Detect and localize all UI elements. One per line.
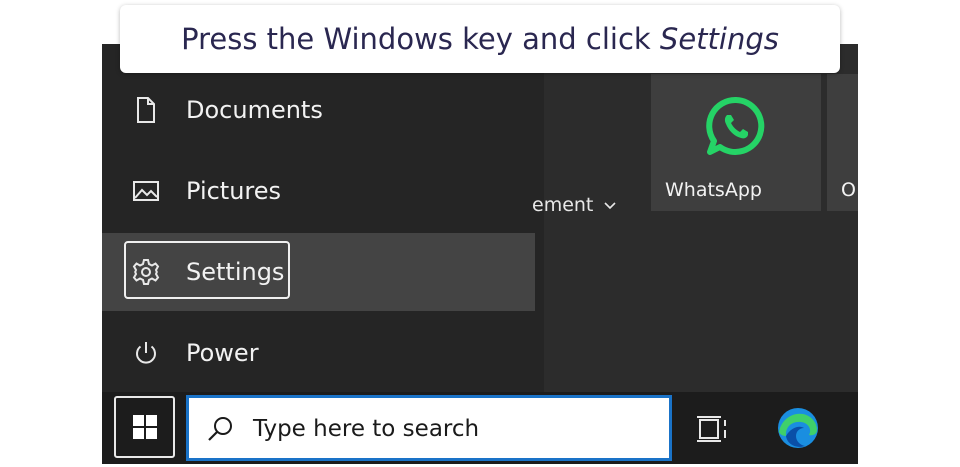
start-item-label: Power [186, 339, 259, 367]
start-menu-left-pane: Documents Pictures Settings Power [102, 44, 544, 392]
tile-group-header[interactable]: ement [532, 194, 617, 216]
start-item-label: Pictures [186, 177, 282, 205]
callout-text: Press the Windows key and click [181, 22, 660, 56]
search-icon [208, 417, 232, 441]
instruction-callout: Press the Windows key and click Settings [120, 5, 840, 73]
start-item-settings[interactable]: Settings [102, 233, 535, 311]
tile-label: O [841, 179, 856, 201]
power-icon [132, 339, 160, 367]
taskbar-search-box[interactable]: Type here to search [186, 395, 672, 461]
task-view-button[interactable] [696, 414, 730, 444]
start-item-label: Settings [186, 258, 285, 286]
chevron-down-icon [604, 202, 617, 210]
start-item-documents[interactable]: Documents [102, 71, 535, 149]
start-item-power[interactable]: Power [102, 314, 535, 392]
edge-icon [778, 408, 818, 448]
start-button[interactable] [114, 396, 175, 458]
tile-partial[interactable]: O [827, 74, 858, 211]
start-item-label: Documents [186, 96, 323, 124]
gear-icon [132, 258, 160, 286]
windows-screenshot: Documents Pictures Settings Power ement … [102, 44, 858, 464]
tile-label: WhatsApp [665, 179, 762, 201]
whatsapp-icon [706, 96, 765, 155]
document-icon [132, 96, 160, 124]
tile-group-label: ement [532, 194, 594, 216]
edge-taskbar-button[interactable] [776, 406, 820, 450]
callout-emphasis: Settings [659, 22, 779, 56]
pictures-icon [132, 177, 160, 205]
tile-whatsapp[interactable]: WhatsApp [651, 74, 821, 211]
search-placeholder: Type here to search [253, 416, 480, 442]
windows-start-icon [132, 415, 157, 439]
taskbar: Type here to search [102, 392, 858, 464]
start-item-pictures[interactable]: Pictures [102, 152, 535, 230]
task-view-icon [697, 416, 726, 442]
